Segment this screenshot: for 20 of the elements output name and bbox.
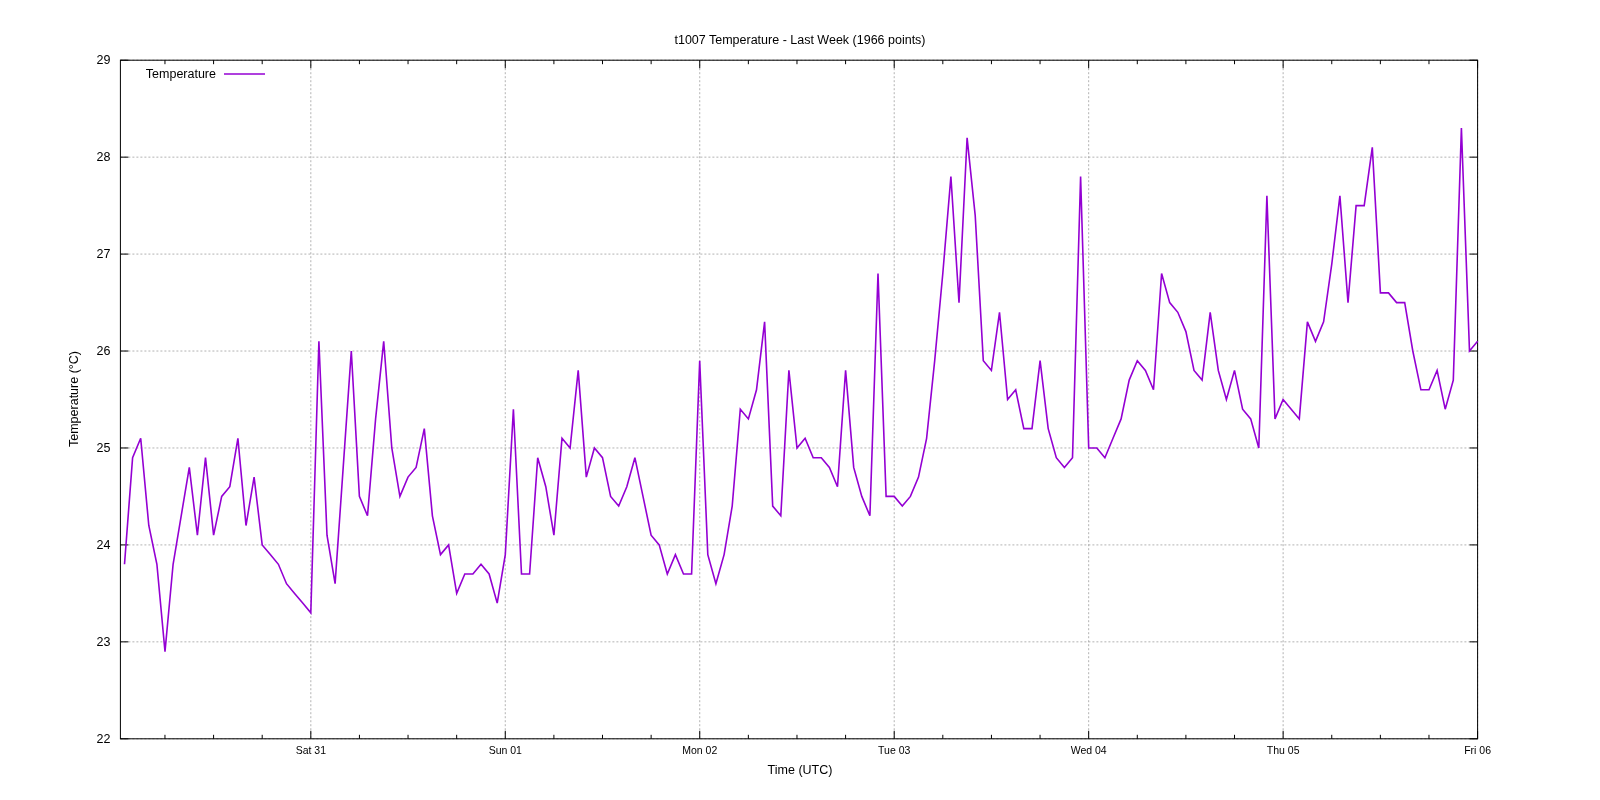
y-tick-label: 25: [96, 440, 111, 455]
x-tick-label: Sat 31: [295, 743, 326, 756]
x-axis-title: Time (UTC): [767, 763, 833, 777]
y-tick-label: 22: [96, 731, 111, 746]
legend-label: Temperature: [145, 67, 216, 81]
x-tick-label: Tue 03: [878, 743, 911, 756]
y-tick-label: 23: [96, 634, 111, 649]
x-tick-label: Sun 01: [488, 743, 522, 756]
y-tick-label: 29: [96, 53, 111, 68]
y-axis-title: Temperature (°C): [67, 351, 81, 447]
x-tick-label: Wed 04: [1070, 743, 1107, 756]
y-tick-label: 28: [96, 150, 111, 165]
x-tick-label: Fri 06: [1464, 743, 1491, 756]
y-tick-label: 26: [96, 344, 111, 359]
y-tick-label: 24: [96, 537, 111, 552]
y-tick-label: 27: [96, 247, 111, 262]
x-tick-label: Mon 02: [682, 743, 718, 756]
chart-title: t1007 Temperature - Last Week (1966 points): [674, 33, 926, 47]
x-tick-label: Thu 05: [1266, 743, 1300, 756]
legend-line-sample: [223, 73, 266, 75]
